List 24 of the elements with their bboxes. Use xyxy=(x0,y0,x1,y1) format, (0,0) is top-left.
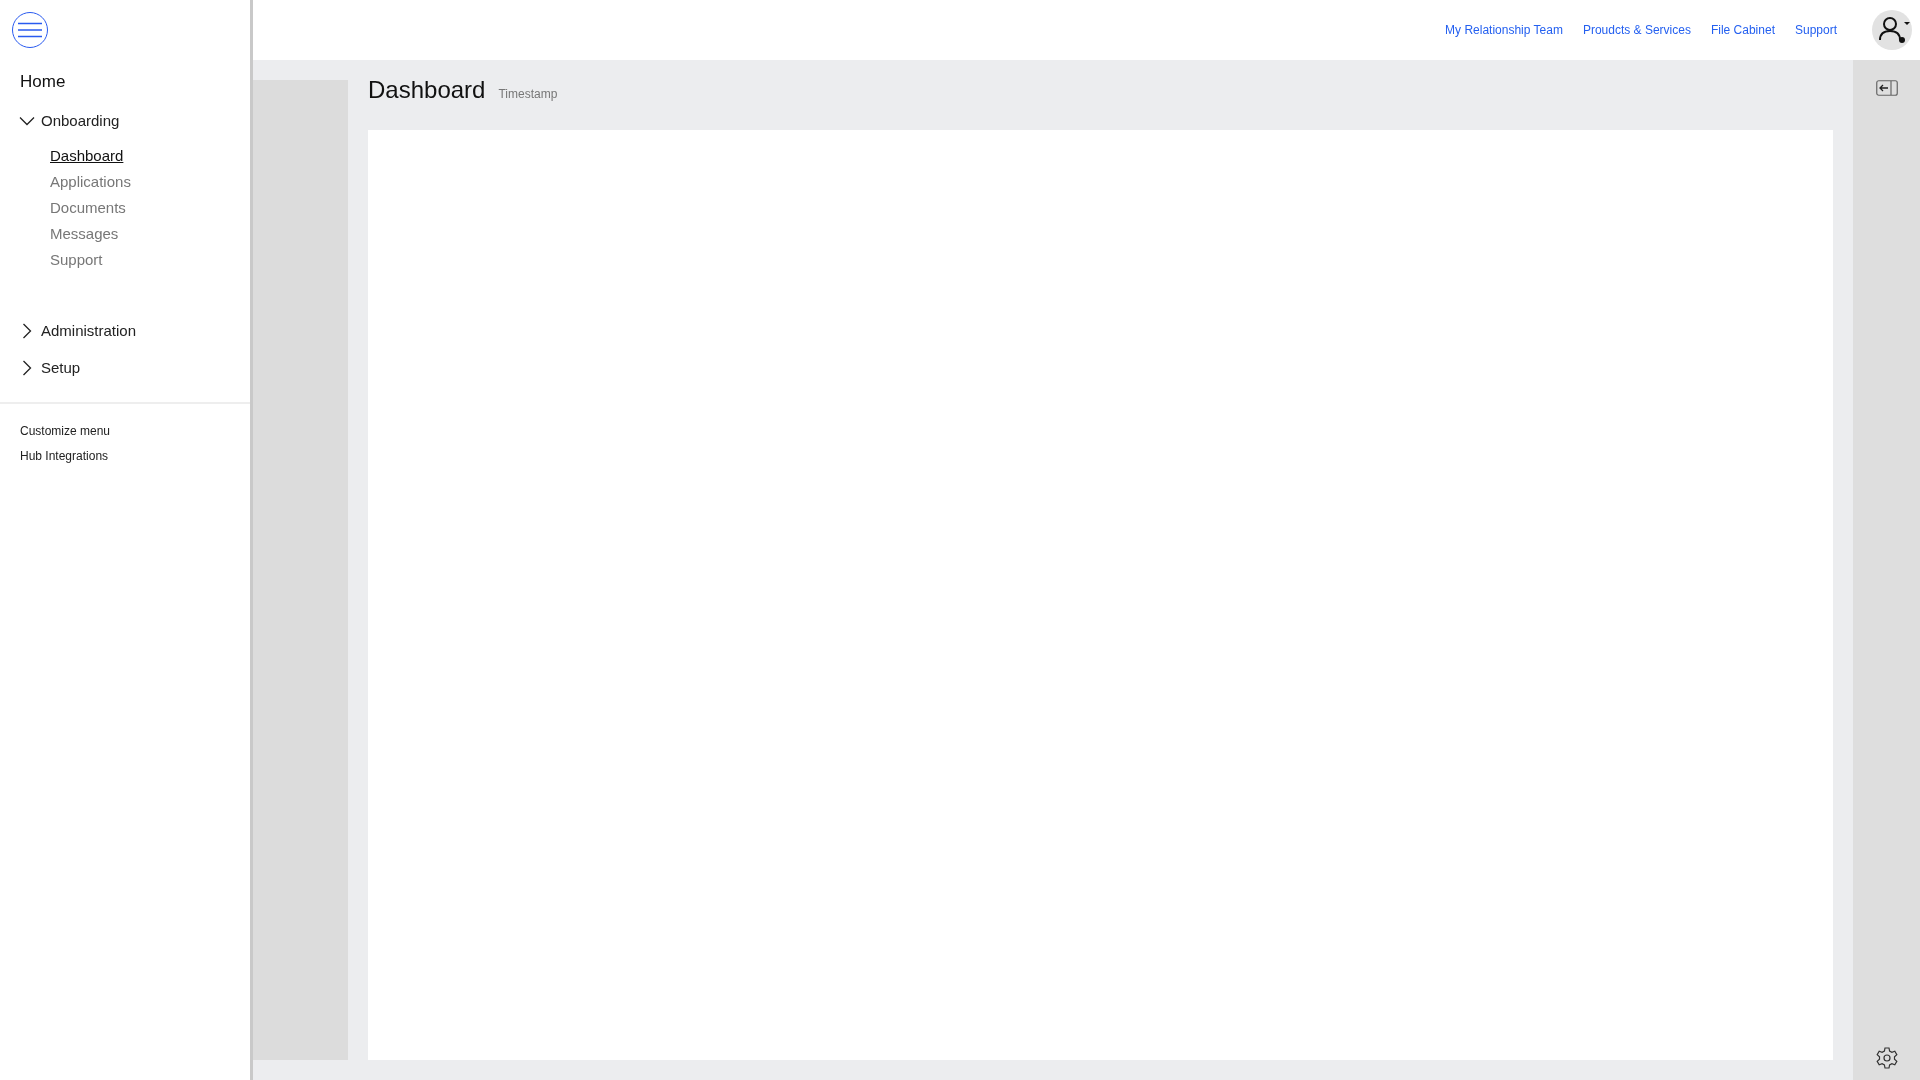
nav-item[interactable]: Dashboard xyxy=(50,147,250,164)
top-nav-link[interactable]: File Cabinet xyxy=(1710,23,1775,37)
page-title: Dashboard xyxy=(368,76,486,104)
nav-group[interactable]: Onboarding xyxy=(19,112,250,129)
home-link[interactable]: Home xyxy=(20,72,250,92)
footer-link[interactable]: Hub Integrations xyxy=(20,449,250,463)
settings-button[interactable] xyxy=(1874,1046,1899,1070)
user-menu-button[interactable] xyxy=(1872,10,1912,50)
menu-icon xyxy=(17,22,43,38)
nav-item[interactable]: Support xyxy=(50,251,250,268)
top-nav-link[interactable]: Support xyxy=(1794,23,1837,37)
settings-icon xyxy=(1874,1046,1899,1070)
collapse-button[interactable] xyxy=(1875,80,1898,96)
top-nav-link[interactable]: Proudcts & Services xyxy=(1582,23,1691,37)
nav-group[interactable]: Administration xyxy=(19,322,250,339)
footer-link[interactable]: Customize menu xyxy=(20,424,250,438)
collapse-panel-icon xyxy=(1875,80,1898,96)
menu-button[interactable] xyxy=(12,12,48,48)
nav-group[interactable]: Setup xyxy=(19,359,250,376)
nav-item[interactable]: Documents xyxy=(50,199,250,216)
nav-item[interactable]: Applications xyxy=(50,173,250,190)
timestamp: Timestamp xyxy=(498,87,558,101)
top-nav-link[interactable]: My Relationship Team xyxy=(1445,23,1563,37)
nav-item[interactable]: Messages xyxy=(50,225,250,242)
